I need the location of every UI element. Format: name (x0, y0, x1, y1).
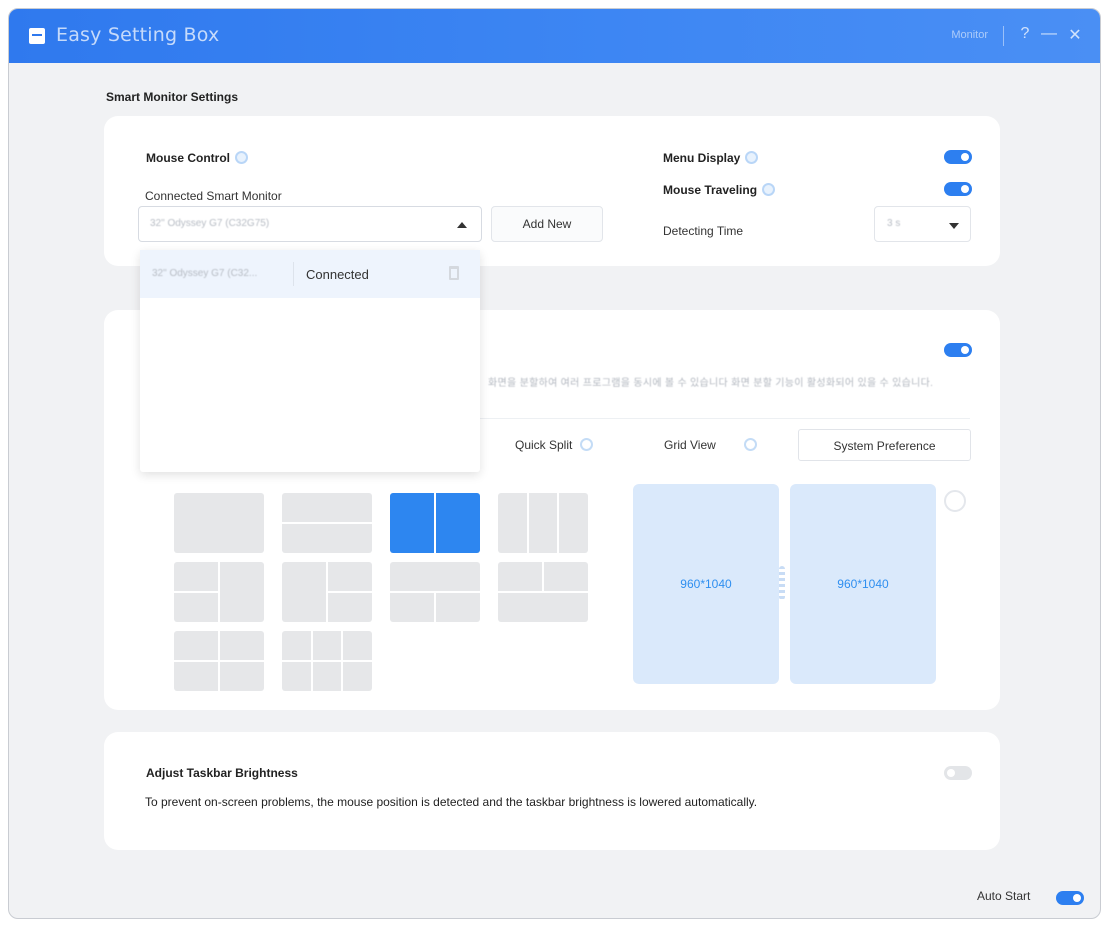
taskbar-brightness-card (104, 732, 1000, 850)
selected-monitor-value: 32" Odyssey G7 (C32G75) (150, 218, 270, 229)
layout-divider (542, 562, 544, 591)
taskbar-brightness-toggle[interactable] (944, 766, 972, 780)
minimize-button[interactable]: — (1040, 25, 1058, 43)
layout-left-right-split[interactable] (174, 562, 264, 622)
layout-quad[interactable] (174, 631, 264, 691)
dropdown-item-status: Connected (306, 267, 369, 282)
split-screen-toggle[interactable] (944, 343, 972, 357)
dropdown-item[interactable]: 32" Odyssey G7 (C32... Connected (140, 250, 480, 298)
app-logo-icon (29, 28, 45, 44)
chevron-up-icon (457, 222, 467, 228)
preview-pane-left[interactable]: 960*1040 (633, 484, 779, 684)
info-icon (743, 438, 757, 451)
menu-display-toggle[interactable] (944, 150, 972, 164)
menu-display-title: Menu Display (663, 151, 759, 165)
monitor-dropdown: 32" Odyssey G7 (C32... Connected (140, 250, 480, 472)
layout-single[interactable] (174, 493, 264, 553)
split-screen-description: 화면을 분할하여 여러 프로그램을 동시에 볼 수 있습니다 화면 분할 기능이… (488, 378, 934, 389)
titlebar-divider (1003, 26, 1004, 46)
mouse-traveling-toggle[interactable] (944, 182, 972, 196)
layout-divider (498, 591, 588, 593)
layout-divider (174, 591, 218, 593)
tab-label: Grid View (664, 438, 716, 452)
tab-quick-split[interactable]: Quick Split (488, 429, 618, 461)
layout-divider (282, 522, 372, 524)
taskbar-brightness-description: To prevent on-screen problems, the mouse… (145, 795, 758, 809)
monitor-select[interactable]: 32" Odyssey G7 (C32G75) (138, 206, 482, 242)
preview-pane-right[interactable]: 960*1040 (790, 484, 936, 684)
trash-icon[interactable] (449, 266, 459, 280)
taskbar-brightness-title: Adjust Taskbar Brightness (146, 766, 298, 780)
mouse-traveling-label: Mouse Traveling (663, 183, 758, 197)
info-icon[interactable] (745, 151, 759, 164)
layout-divider (434, 593, 436, 622)
detecting-time-select[interactable]: 3 s (874, 206, 971, 242)
chevron-down-icon (949, 223, 959, 229)
mouse-control-label: Mouse Control (146, 151, 230, 165)
info-icon (580, 438, 594, 451)
close-button[interactable]: ✕ (1066, 25, 1084, 45)
layout-two-columns[interactable] (390, 493, 480, 553)
tab-grid-view[interactable]: Grid View (640, 429, 790, 461)
layout-divider (328, 591, 372, 593)
layout-bottom-split[interactable] (498, 562, 588, 622)
layout-divider (557, 493, 559, 553)
layout-divider (218, 562, 220, 622)
user-label[interactable]: Monitor (951, 29, 988, 41)
connected-monitor-label: Connected Smart Monitor (145, 189, 282, 203)
layout-three-columns[interactable] (498, 493, 588, 553)
add-new-button[interactable]: Add New (491, 206, 603, 242)
help-button[interactable]: ? (1016, 25, 1034, 43)
resize-handle[interactable] (779, 566, 785, 600)
layout-divider (282, 660, 372, 662)
title-bar: Easy Setting Box Monitor ? — ✕ (9, 9, 1100, 63)
menu-display-label: Menu Display (663, 151, 741, 165)
dropdown-item-name: 32" Odyssey G7 (C32... (152, 268, 258, 279)
mouse-control-title: Mouse Control (146, 151, 248, 165)
auto-start-toggle[interactable] (1056, 891, 1084, 905)
info-icon[interactable] (235, 151, 248, 164)
layout-top-split[interactable] (390, 562, 480, 622)
layout-divider (174, 660, 264, 662)
reset-icon[interactable] (944, 490, 966, 512)
app-title: Easy Setting Box (56, 24, 220, 46)
auto-start-label: Auto Start (977, 889, 1031, 903)
info-icon[interactable] (762, 183, 776, 196)
layout-six-grid[interactable] (282, 631, 372, 691)
dropdown-divider (293, 262, 294, 286)
tab-system-preference[interactable]: System Preference (798, 429, 971, 461)
tab-label: Quick Split (515, 438, 573, 452)
detecting-time-value: 3 s (887, 218, 901, 229)
mouse-traveling-title: Mouse Traveling (663, 183, 776, 197)
layout-divider (434, 493, 436, 553)
layout-divider (527, 493, 529, 553)
detecting-time-label: Detecting Time (663, 224, 744, 238)
layout-two-rows[interactable] (282, 493, 372, 553)
section-title: Smart Monitor Settings (106, 90, 239, 104)
layout-right-split[interactable] (282, 562, 372, 622)
